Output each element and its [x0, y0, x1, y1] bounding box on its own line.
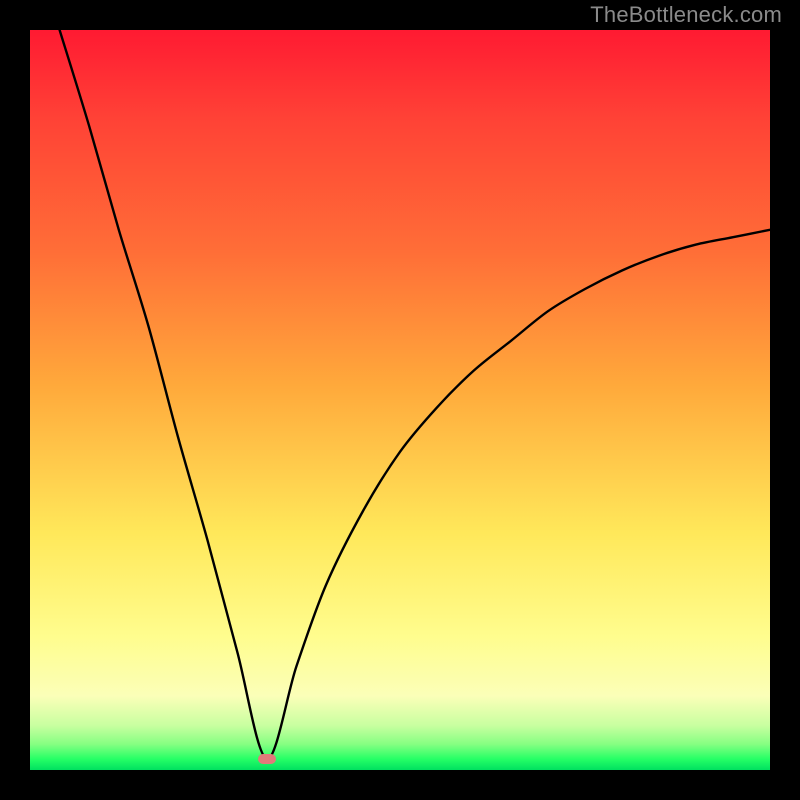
minimum-marker: [258, 754, 276, 764]
chart-container: { "attribution": "TheBottleneck.com", "c…: [0, 0, 800, 800]
attribution-text: TheBottleneck.com: [590, 2, 782, 28]
bottleneck-curve: [60, 30, 770, 759]
curve-svg: [30, 30, 770, 770]
plot-area: [30, 30, 770, 770]
